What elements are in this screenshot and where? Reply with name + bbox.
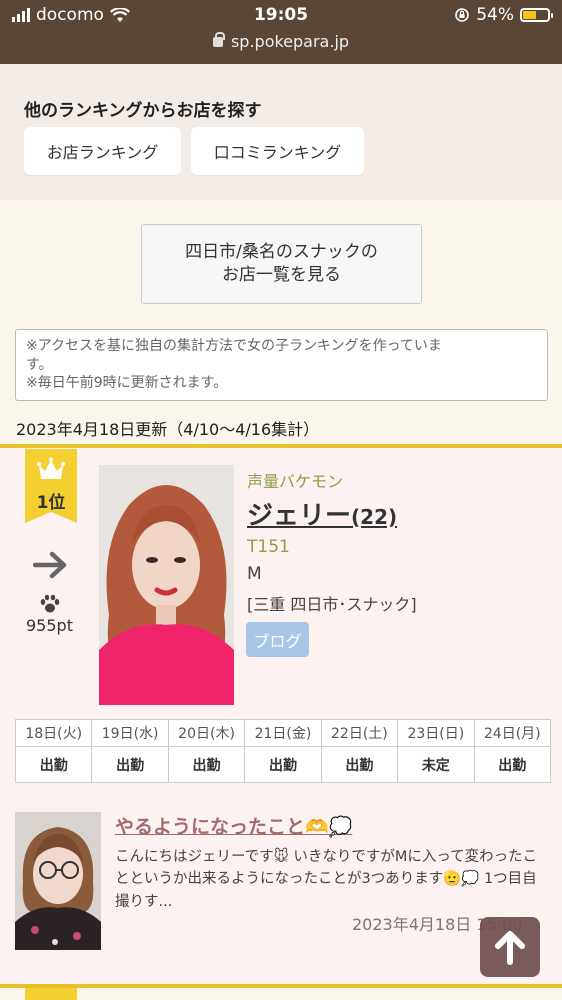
profile-photo[interactable] <box>99 465 234 705</box>
crown-icon <box>37 457 65 479</box>
wifi-icon <box>109 7 130 22</box>
schedule-status: 出勤 <box>167 746 246 783</box>
rank-badge <box>25 988 77 1000</box>
shop-ranking-button[interactable]: お店ランキング <box>24 127 181 175</box>
other-ranking-section: 他のランキングからお店を探す お店ランキング 口コミランキング <box>0 64 562 200</box>
divider <box>0 984 562 988</box>
orientation-lock-icon <box>455 8 470 22</box>
notice-line3: ※毎日午前9時に更新されます。 <box>26 375 228 392</box>
battery-percent: 54% <box>476 5 514 25</box>
paw-icon <box>40 594 60 613</box>
url-bar[interactable]: sp.pokepara.jp <box>0 32 562 51</box>
review-ranking-button[interactable]: 口コミランキング <box>191 127 364 175</box>
girl-name-link[interactable]: ジェリー(22) <box>247 495 397 532</box>
schedule-status: 出勤 <box>320 746 399 783</box>
rank-badge: 1位 <box>25 449 77 523</box>
lock-icon <box>212 32 225 47</box>
blog-post-title[interactable]: やるようになったこと🫶💭 <box>115 812 352 839</box>
girl-age: (22) <box>351 505 398 529</box>
schedule-status: 出勤 <box>91 746 169 783</box>
schedule-status: 未定 <box>397 746 475 783</box>
ranking-notice: ※アクセスを基に独自の集計方法で女の子ランキングを作っていま す。 ※毎日午前9… <box>15 329 548 401</box>
points-value: 955pt <box>26 616 73 635</box>
shop-list-button-line2: お店一覧を見る <box>222 265 341 285</box>
status-bar: docomo 19:05 54% sp.pokepara.jp <box>0 0 562 64</box>
update-date: 2023年4月18日更新（4/10〜4/16集計） <box>16 420 320 439</box>
arrow-up-icon <box>495 931 525 965</box>
shop-list-button[interactable]: 四日市/桑名のスナックの お店一覧を見る <box>141 224 422 304</box>
battery-icon <box>520 8 553 22</box>
blog-post-excerpt: こんにちはジェリーです🐭 いきなりですがMに入って変わったことというか出来るよう… <box>115 849 538 910</box>
scroll-to-top-button[interactable] <box>480 917 540 977</box>
schedule-day: 19日(水) <box>91 719 169 747</box>
schedule-day: 18日(火) <box>14 719 93 747</box>
signal-icon <box>12 8 30 22</box>
blog-button[interactable]: ブログ <box>246 622 309 657</box>
divider <box>0 444 562 448</box>
rank-label: 1位 <box>36 493 66 513</box>
blog-post-thumbnail[interactable] <box>15 812 101 950</box>
ranking-card: 1位 955pt 声量バケモン ジェリー(22) T151 M [三重 四日市･… <box>0 449 562 984</box>
schedule-status: 出勤 <box>473 746 552 783</box>
schedule-day: 23日(日) <box>397 719 475 747</box>
shop-location: [三重 四日市･スナック] <box>247 595 417 614</box>
schedule-status: 出勤 <box>244 746 322 783</box>
height-value: T151 <box>247 537 290 557</box>
schedule-table: 18日(火) 19日(水) 20日(木) 21日(金) 22日(土) 23日(日… <box>14 719 552 783</box>
schedule-day: 24日(月) <box>473 719 552 747</box>
schedule-day: 20日(木) <box>167 719 246 747</box>
clock: 19:05 <box>253 5 309 25</box>
url-text: sp.pokepara.jp <box>230 32 350 51</box>
schedule-day: 21日(金) <box>244 719 322 747</box>
carrier-name: docomo <box>36 5 104 25</box>
schedule-day: 22日(土) <box>320 719 399 747</box>
arrow-right-icon <box>33 551 67 579</box>
schedule-status: 出勤 <box>14 746 93 783</box>
cup-size: M <box>247 564 262 584</box>
catchphrase-tag: 声量バケモン <box>247 472 344 491</box>
shop-list-button-line1: 四日市/桑名のスナックの <box>185 242 378 263</box>
other-ranking-heading: 他のランキングからお店を探す <box>24 101 262 121</box>
girl-name: ジェリー <box>247 501 352 531</box>
